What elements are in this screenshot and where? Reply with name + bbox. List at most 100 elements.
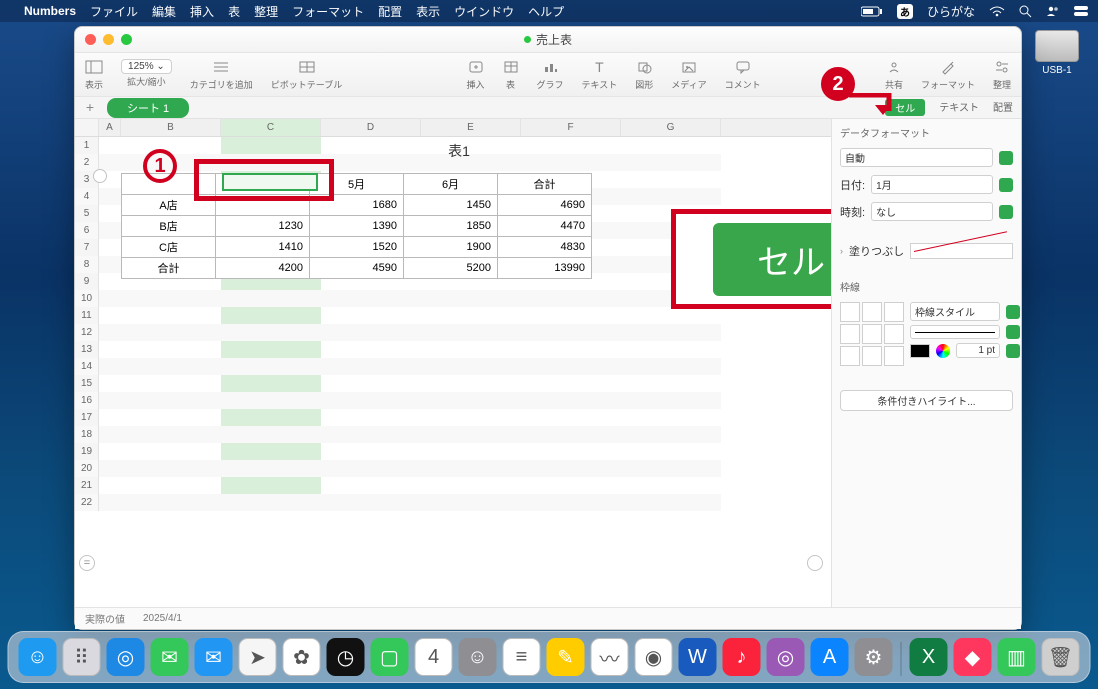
dock-app-reminders[interactable]: ≡ xyxy=(503,638,541,676)
desktop-drive[interactable]: USB-1 xyxy=(1030,30,1084,76)
border-style-select[interactable]: 枠線スタイル xyxy=(910,302,1000,321)
close-window[interactable] xyxy=(85,34,96,45)
row-header[interactable]: 22 xyxy=(75,494,99,511)
row-header[interactable]: 20 xyxy=(75,460,99,477)
border-width-stepper[interactable] xyxy=(1006,344,1020,358)
row-header[interactable]: 8 xyxy=(75,256,99,273)
dock-app-contacts[interactable]: ☺ xyxy=(459,638,497,676)
row-header[interactable]: 13 xyxy=(75,341,99,358)
row-header[interactable]: 1 xyxy=(75,137,99,154)
row-header[interactable]: 21 xyxy=(75,477,99,494)
inspector-tab-text[interactable]: テキスト xyxy=(939,99,979,116)
dock-app-launchpad[interactable]: ⠿ xyxy=(63,638,101,676)
row-header[interactable]: 12 xyxy=(75,324,99,341)
tb-shape[interactable]: 図形 xyxy=(635,57,653,91)
date-stepper-icon[interactable] xyxy=(999,178,1013,192)
border-line-preview[interactable] xyxy=(910,325,1000,339)
hdr-total[interactable]: 合計 xyxy=(498,174,592,195)
menu-window[interactable]: ウインドウ xyxy=(454,3,514,20)
menu-view[interactable]: 表示 xyxy=(416,3,440,20)
tb-format[interactable]: フォーマット xyxy=(921,57,975,91)
menu-organize[interactable]: 整理 xyxy=(254,3,278,20)
inspector-tab-arrange[interactable]: 配置 xyxy=(993,99,1013,116)
row-header[interactable]: 5 xyxy=(75,205,99,222)
dock-app-mail[interactable]: ✉ xyxy=(195,638,233,676)
zoom-value[interactable]: 125% ⌄ xyxy=(121,59,172,74)
col-F[interactable]: F xyxy=(521,119,621,136)
dock-app-music[interactable]: ♪ xyxy=(723,638,761,676)
color-wheel-icon[interactable] xyxy=(936,344,950,358)
dock-app-trash[interactable]: 🗑 xyxy=(1042,638,1080,676)
menu-edit[interactable]: 編集 xyxy=(152,3,176,20)
time-stepper-icon[interactable] xyxy=(999,205,1013,219)
col-G[interactable]: G xyxy=(621,119,721,136)
dock-app-calendar[interactable]: 4 xyxy=(415,638,453,676)
border-picker[interactable] xyxy=(840,302,904,366)
tb-view[interactable]: 表示 xyxy=(85,57,103,91)
hdr-jun[interactable]: 6月 xyxy=(404,174,498,195)
dock-app-podcasts[interactable]: ◎ xyxy=(767,638,805,676)
col-E[interactable]: E xyxy=(421,119,521,136)
tb-pivot[interactable]: ピボットテーブル xyxy=(271,57,342,91)
tb-zoom[interactable]: 125% ⌄ 拡大/縮小 xyxy=(121,59,172,88)
row-header[interactable]: 14 xyxy=(75,358,99,375)
tb-comment[interactable]: コメント xyxy=(725,57,761,91)
minimize-window[interactable] xyxy=(103,34,114,45)
border-line-stepper[interactable] xyxy=(1006,325,1020,339)
border-style-stepper[interactable] xyxy=(1006,305,1020,319)
spreadsheet-canvas[interactable]: A B C D E F G 12345678910111213141516171… xyxy=(75,119,831,607)
dock-app-word[interactable]: W xyxy=(679,638,717,676)
tb-insert[interactable]: 挿入 xyxy=(467,57,485,91)
dock-app-maps[interactable]: ➤ xyxy=(239,638,277,676)
control-center-icon[interactable] xyxy=(1074,6,1088,16)
zoom-window[interactable] xyxy=(121,34,132,45)
tb-text[interactable]: T テキスト xyxy=(582,57,618,91)
tb-table[interactable]: 表 xyxy=(503,57,519,91)
battery-icon[interactable] xyxy=(861,6,883,17)
dock-app-settings[interactable]: ⚙ xyxy=(855,638,893,676)
dock-app-excel[interactable]: X xyxy=(910,638,948,676)
data-format-select[interactable]: 自動 xyxy=(840,148,993,167)
dock-app-finder[interactable]: ☺ xyxy=(19,638,57,676)
row-header[interactable]: 16 xyxy=(75,392,99,409)
time-select[interactable]: なし xyxy=(871,202,993,221)
col-D[interactable]: D xyxy=(321,119,421,136)
table-origin-handle[interactable] xyxy=(93,169,107,183)
dock-app-notes[interactable]: ✎ xyxy=(547,638,585,676)
app-name[interactable]: Numbers xyxy=(24,4,76,18)
menu-insert[interactable]: 挿入 xyxy=(190,3,214,20)
dock-app-chrome[interactable]: ◉ xyxy=(635,638,673,676)
formula-handle[interactable]: = xyxy=(79,555,95,571)
add-column-handle[interactable] xyxy=(807,555,823,571)
row-header[interactable]: 6 xyxy=(75,222,99,239)
date-select[interactable]: 1月 xyxy=(871,175,993,194)
row-header[interactable]: 18 xyxy=(75,426,99,443)
table-title[interactable]: 表1 xyxy=(99,141,819,161)
dock-app-facetime[interactable]: ▢ xyxy=(371,638,409,676)
row-header[interactable]: 9 xyxy=(75,273,99,290)
spotlight-icon[interactable] xyxy=(1019,5,1032,18)
hdr-may[interactable]: 5月 xyxy=(310,174,404,195)
menu-format[interactable]: フォーマット xyxy=(292,3,364,20)
row-header[interactable]: 10 xyxy=(75,290,99,307)
menu-file[interactable]: ファイル xyxy=(90,3,138,20)
row-header[interactable]: 7 xyxy=(75,239,99,256)
dock-app-messages[interactable]: ✉ xyxy=(151,638,189,676)
conditional-highlight-button[interactable]: 条件付きハイライト... xyxy=(840,390,1013,411)
dock-app-appstore[interactable]: A xyxy=(811,638,849,676)
col-B[interactable]: B xyxy=(121,119,221,136)
ime-badge[interactable]: あ xyxy=(897,4,913,19)
fill-label[interactable]: 塗りつぶし xyxy=(849,243,904,259)
row-header[interactable]: 19 xyxy=(75,443,99,460)
menu-help[interactable]: ヘルプ xyxy=(528,3,564,20)
row-header[interactable]: 11 xyxy=(75,307,99,324)
add-sheet-button[interactable]: + xyxy=(81,100,99,116)
wifi-icon[interactable] xyxy=(989,6,1005,17)
col-A[interactable]: A xyxy=(99,119,121,136)
row-header[interactable]: 2 xyxy=(75,154,99,171)
dock-app-safari[interactable]: ◎ xyxy=(107,638,145,676)
tb-chart[interactable]: グラフ xyxy=(537,57,564,91)
dock-app-numbers[interactable]: ▥ xyxy=(998,638,1036,676)
format-stepper-icon[interactable] xyxy=(999,151,1013,165)
sheet-tab-1[interactable]: シート 1 xyxy=(107,98,189,118)
